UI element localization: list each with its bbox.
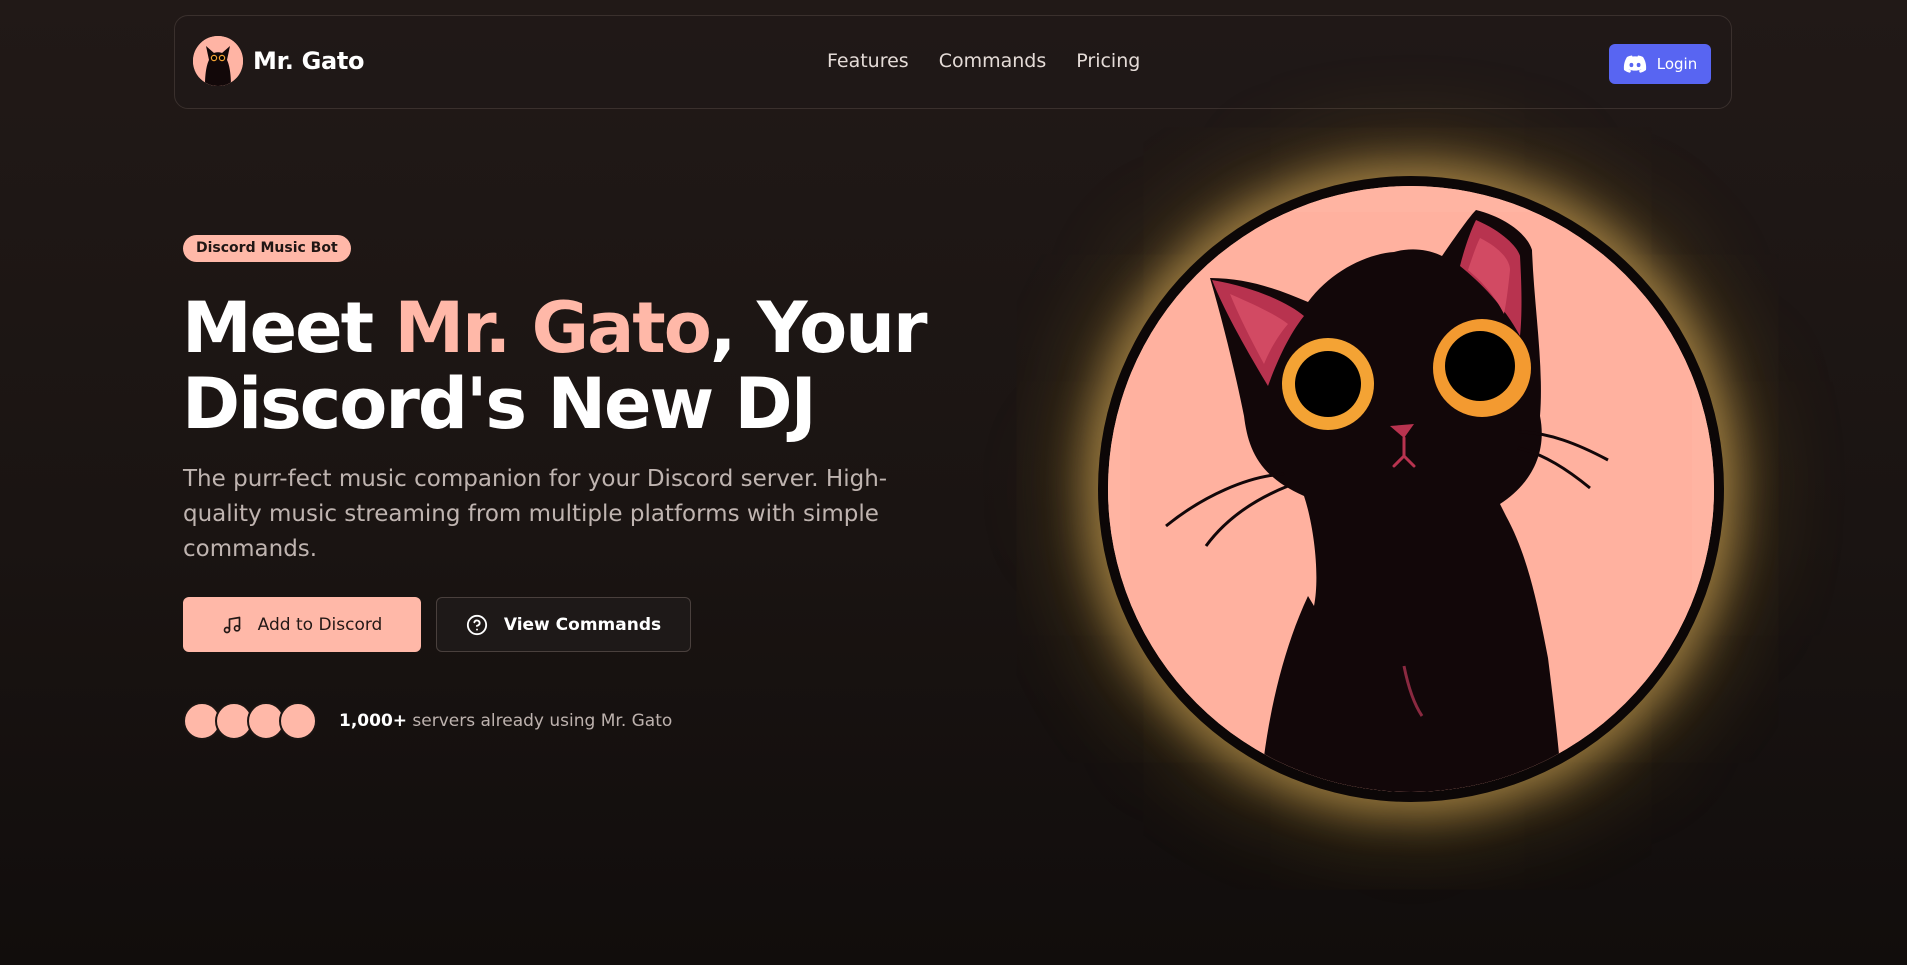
server-count-caption: servers already using Mr. Gato [407,711,673,731]
hero-headline: Meet Mr. Gato, Your Discord's New DJ [182,287,928,445]
brand-name: Mr. Gato [253,47,365,75]
avatar-stack [183,702,317,740]
nav-link-pricing[interactable]: Pricing [1076,50,1140,72]
login-button[interactable]: Login [1609,44,1711,84]
nav-link-commands[interactable]: Commands [939,50,1047,72]
headline-part1: Meet [182,287,395,369]
hero-image [1108,186,1714,792]
hero-image-frame [1098,176,1724,802]
server-count: 1,000+ [339,711,408,731]
hero-subtitle: The purr-fect music companion for your D… [183,466,888,562]
avatar [279,702,317,740]
navbar: Mr. Gato Features Commands Pricing Login [174,15,1732,109]
headline-line2: Discord's New DJ [182,363,817,445]
view-commands-button[interactable]: View Commands [436,597,691,652]
social-proof-text: 1,000+ servers already using Mr. Gato [339,711,672,731]
login-label: Login [1656,55,1698,73]
add-to-discord-label: Add to Discord [257,614,383,635]
music-note-icon [223,616,240,633]
headline-part2: , Your [709,287,928,369]
nav-links: Features Commands Pricing [827,50,1140,72]
question-circle-icon [466,614,487,635]
view-commands-label: View Commands [503,614,662,635]
add-to-discord-button[interactable]: Add to Discord [183,597,421,652]
nav-link-features[interactable]: Features [827,50,909,72]
cat-avatar-icon [193,36,243,86]
headline-accent: Mr. Gato [394,287,711,369]
discord-icon [1623,55,1646,73]
social-proof: 1,000+ servers already using Mr. Gato [183,702,672,740]
black-cat-illustration [1108,186,1714,792]
brand[interactable]: Mr. Gato [193,36,365,86]
hero-badge: Discord Music Bot [183,235,351,262]
